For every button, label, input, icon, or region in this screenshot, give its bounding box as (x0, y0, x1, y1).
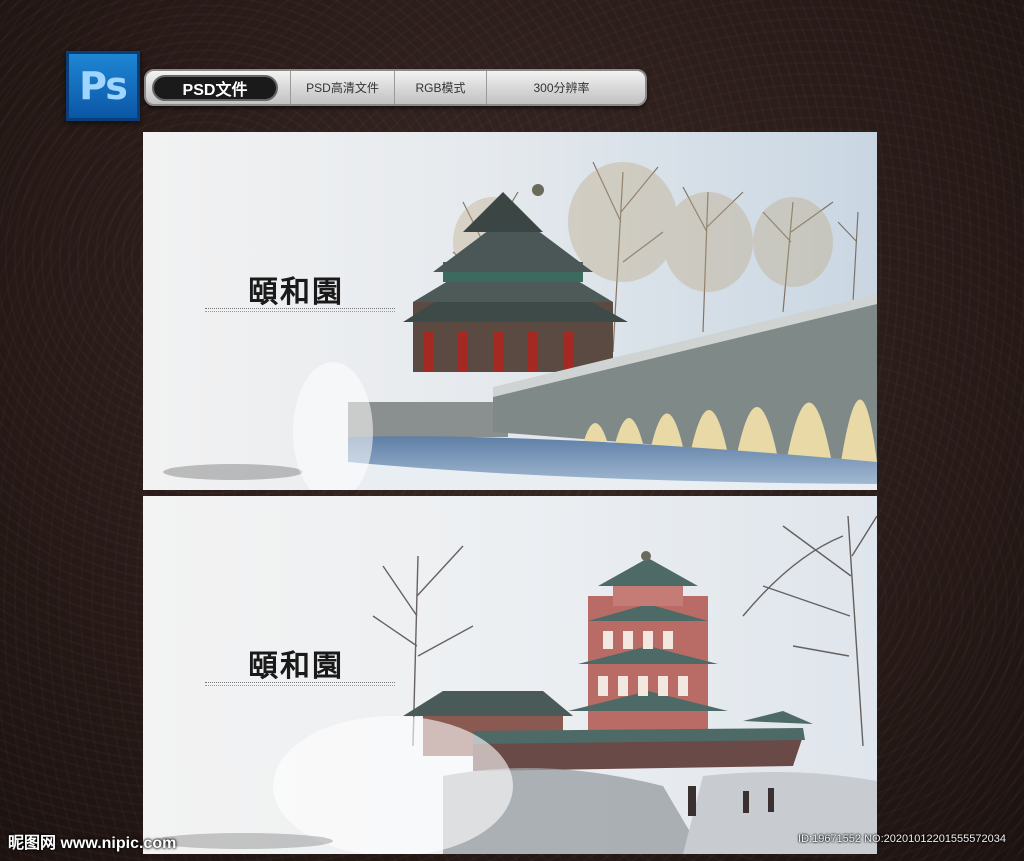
panel-title-summer-palace: 頤和園 (248, 275, 344, 310)
photoshop-logo-icon: Ps (66, 51, 140, 121)
psd-file-badge: PSD文件 (152, 74, 278, 101)
title-subline (205, 308, 395, 312)
preview-panel-top: 頤和園 (143, 132, 877, 490)
panel-title-summer-palace-2: 頤和園 (248, 649, 344, 684)
ps-logo-text: Ps (79, 64, 128, 108)
site-watermark: 昵图网 www.nipic.com (8, 835, 177, 852)
title-subline-2 (205, 682, 395, 686)
info-resolution: 300分辨率 (486, 71, 636, 104)
info-rgb-mode: RGB模式 (394, 71, 486, 104)
preview-panel-bottom: 頤和園 (143, 496, 877, 854)
image-id-watermark: ID:19671552 NO:20201012201555572034 (798, 833, 1006, 845)
info-psd-hd: PSD高清文件 (290, 71, 394, 104)
file-info-bar: PSD文件 PSD高清文件 RGB模式 300分辨率 (144, 69, 647, 106)
